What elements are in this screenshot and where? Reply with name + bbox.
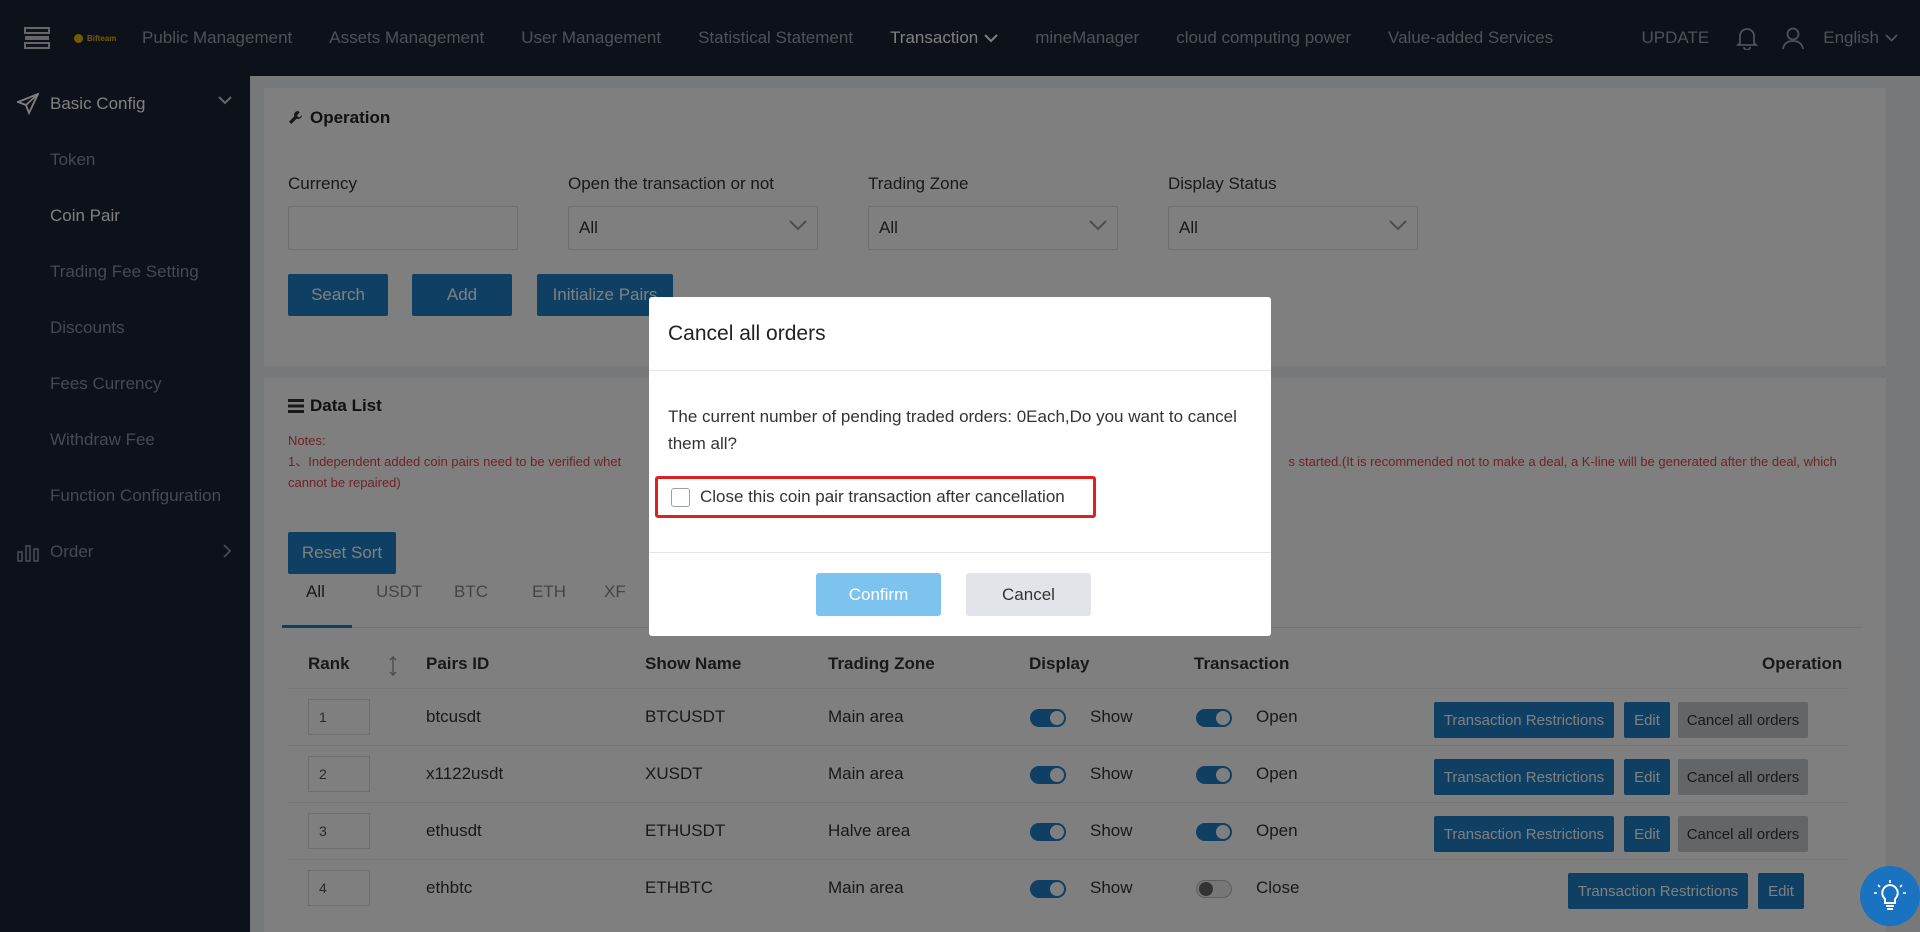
dialog-message: The current number of pending traded ord…: [668, 407, 1237, 453]
confirm-button[interactable]: Confirm: [816, 573, 941, 616]
dialog-divider: [649, 370, 1271, 371]
dialog-title: Cancel all orders: [668, 322, 826, 345]
cancel-button[interactable]: Cancel: [966, 573, 1091, 616]
dialog-divider: [649, 552, 1271, 553]
close-transaction-option[interactable]: Close this coin pair transaction after c…: [655, 476, 1096, 518]
close-transaction-label: Close this coin pair transaction after c…: [700, 487, 1065, 506]
close-transaction-checkbox[interactable]: [671, 487, 690, 507]
lightbulb-icon[interactable]: [1860, 866, 1920, 926]
cancel-all-orders-dialog: Cancel all orders The current number of …: [649, 297, 1271, 636]
